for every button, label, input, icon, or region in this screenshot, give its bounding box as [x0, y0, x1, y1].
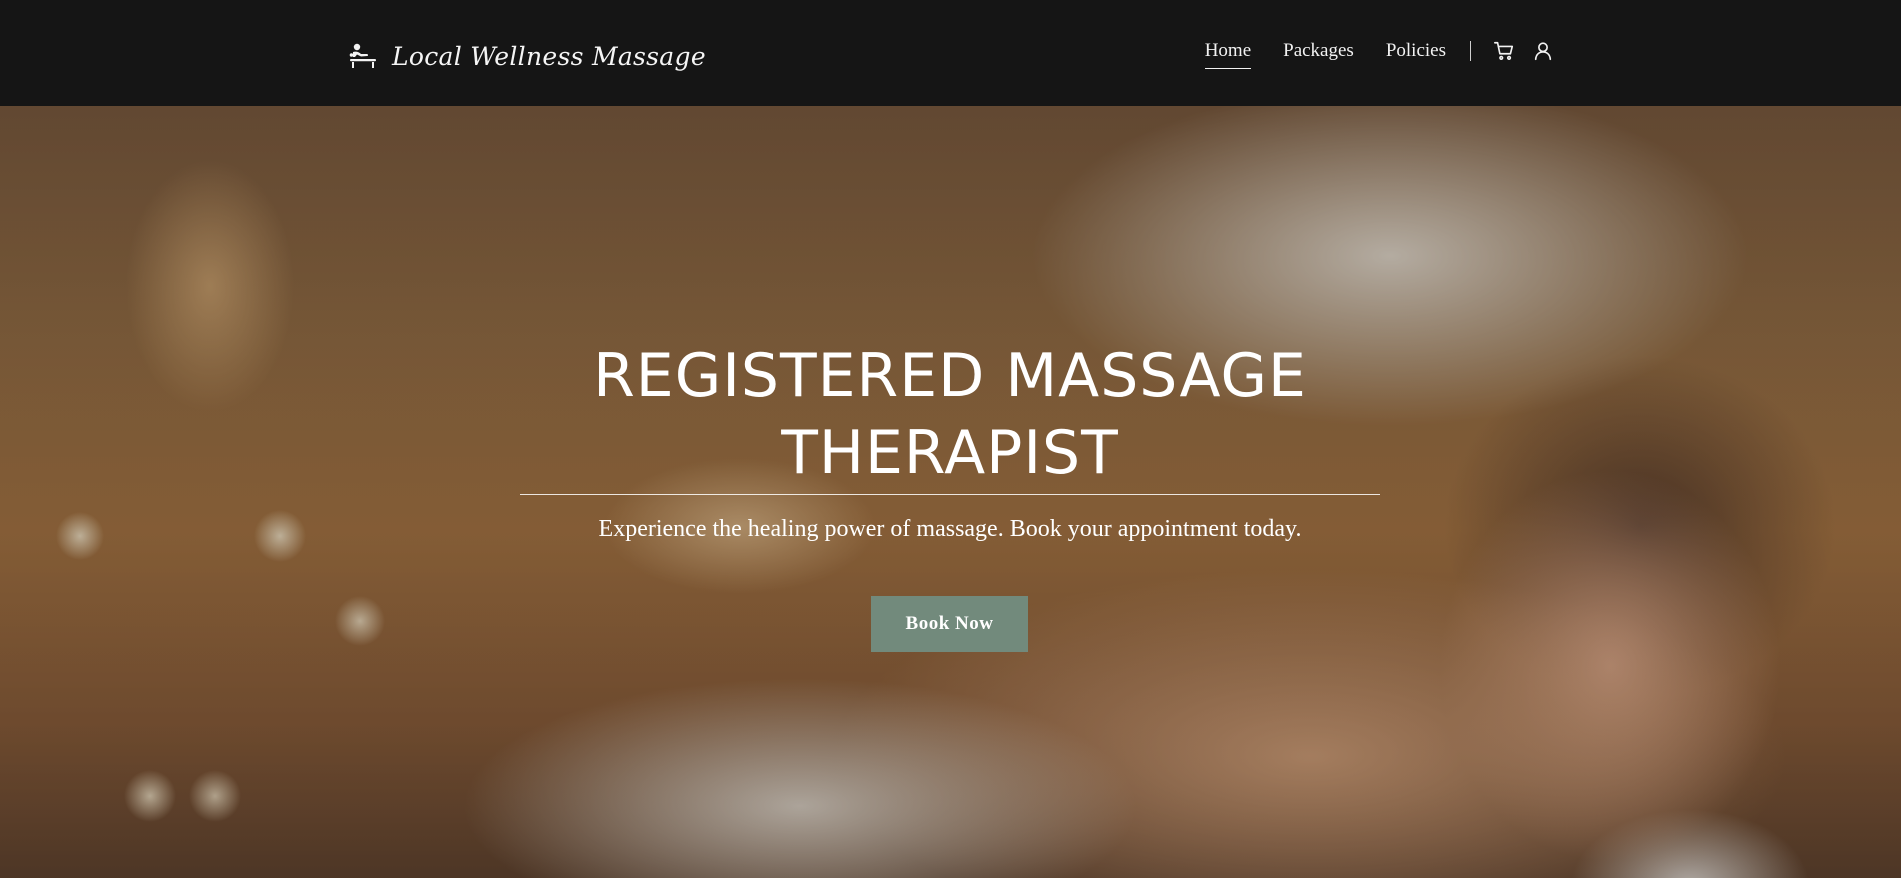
book-now-button[interactable]: Book Now [871, 596, 1028, 652]
brand-logo[interactable]: Local Wellness Massage [348, 36, 706, 76]
main-nav: Home Packages Policies [1204, 36, 1554, 72]
massage-person-icon [349, 43, 376, 68]
nav-item-policies[interactable]: Policies [1386, 40, 1446, 69]
nav-item-packages[interactable]: Packages [1283, 40, 1354, 69]
site-header: Local Wellness Massage Home Packages Pol… [0, 0, 1901, 106]
user-icon[interactable] [1532, 40, 1554, 62]
hero-banner: REGISTERED MASSAGE THERAPIST Experience … [0, 106, 1901, 878]
hero-background-photo [0, 106, 1901, 878]
nav-divider [1470, 41, 1471, 61]
brand-name: Local Wellness Massage [392, 41, 706, 71]
nav-item-home[interactable]: Home [1204, 40, 1252, 69]
cart-icon[interactable] [1493, 40, 1515, 62]
hero-title: REGISTERED MASSAGE THERAPIST [593, 341, 1307, 488]
hero-subtitle: Experience the healing power of massage.… [598, 516, 1302, 542]
hero-divider [520, 494, 1380, 495]
